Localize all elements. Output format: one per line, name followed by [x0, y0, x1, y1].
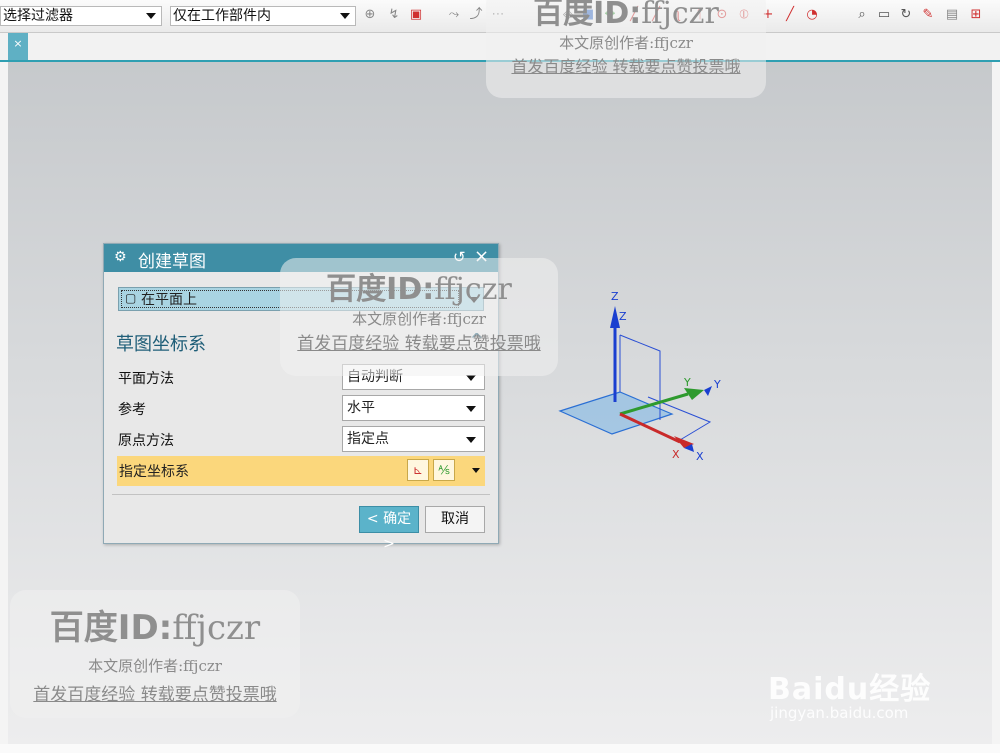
cancel-button[interactable]: 取消 — [425, 506, 485, 533]
plane-method-label: 平面方法 — [118, 371, 174, 387]
zoom-icon[interactable]: ⌕ — [854, 7, 870, 23]
specify-csys-label: 指定坐标系 — [119, 464, 189, 480]
csys-options-dropdown[interactable] — [469, 459, 483, 481]
watermark-brand-id: ffjczr — [434, 272, 512, 307]
watermark-brand: 百度ID: — [49, 608, 173, 648]
x-label: X — [672, 448, 680, 461]
watermark-top: 百度ID:ffjczr 本文原创作者:ffjczr 首发百度经验 转载要点赞投票… — [486, 0, 766, 98]
ok-button[interactable]: < 确定 > — [359, 506, 419, 552]
selection-filter-dropdown[interactable]: 选择过滤器 — [0, 6, 162, 26]
gear-icon: ⚙ — [114, 249, 127, 265]
watermark-author: 本文原创作者:ffjczr — [88, 657, 222, 675]
chevron-down-icon — [472, 468, 480, 473]
csys-dialog-icon[interactable]: ⊾ — [407, 459, 429, 481]
watermark-bottom-left: 百度ID:ffjczr 本文原创作者:ffjczr 首发百度经验 转载要点赞投票… — [10, 590, 300, 718]
y-label-2: Y — [713, 378, 721, 391]
selection-filter-value: 选择过滤器 — [3, 8, 73, 24]
sketch-plane-icon: ▢ — [125, 291, 137, 305]
dialog-title: 创建草图 — [138, 252, 206, 272]
origin-method-label: 原点方法 — [118, 433, 174, 449]
face-icon[interactable]: ⤴ — [468, 7, 484, 23]
page-bottom-edge — [0, 744, 1000, 753]
chevron-down-icon — [466, 406, 476, 412]
x-label-2: X — [696, 450, 704, 463]
grid-icon[interactable]: ⊞ — [968, 7, 984, 23]
origin-method-value: 指定点 — [347, 431, 389, 447]
sketch-type-value: 在平面上 — [141, 292, 197, 308]
watermark-publish: 首发百度经验 转载要点赞投票哦 — [511, 57, 741, 76]
z-label-2: Z — [619, 310, 627, 323]
reference-label: 参考 — [118, 402, 146, 418]
baidu-jingyan-logo: Baidu经验 jingyan.baidu.com — [768, 652, 958, 732]
reference-value: 水平 — [347, 400, 375, 416]
baidu-logo-url: jingyan.baidu.com — [770, 704, 909, 722]
divider — [112, 494, 490, 495]
csys-inferred-icon[interactable]: ⅍ — [433, 459, 455, 481]
snap-dropdown-icon[interactable]: ▣ — [408, 7, 424, 23]
chevron-down-icon — [466, 437, 476, 443]
fit-icon[interactable]: ▭ — [876, 7, 892, 23]
origin-method-dropdown[interactable]: 指定点 — [342, 426, 485, 452]
snap-icon[interactable]: ⊕ — [362, 7, 378, 23]
paint-icon[interactable]: ✎ — [920, 7, 936, 23]
watermark-brand: 百度ID: — [326, 272, 435, 307]
scope-filter-value: 仅在工作部件内 — [173, 8, 271, 24]
line-icon[interactable]: ╱ — [782, 7, 798, 23]
baidu-logo-text: Baidu经验 — [768, 672, 932, 707]
scope-filter-dropdown[interactable]: 仅在工作部件内 — [170, 6, 356, 26]
watermark-author: 本文原创作者:ffjczr — [352, 310, 486, 328]
y-label: Y — [683, 376, 691, 389]
chevron-down-icon — [340, 13, 350, 19]
chevron-down-icon — [146, 13, 156, 19]
watermark-publish: 首发百度经验 转载要点赞投票哦 — [297, 334, 541, 354]
layer-icon[interactable]: ▤ — [944, 7, 960, 23]
z-label: Z — [611, 290, 619, 303]
curve-icon[interactable]: ⤳ — [446, 7, 462, 23]
watermark-brand: 百度ID: — [533, 0, 642, 31]
specify-csys-row[interactable]: 指定坐标系 ⊾ ⅍ — [117, 456, 485, 486]
rotate-icon[interactable]: ↻ — [898, 7, 914, 23]
y-arrow-icon-2 — [704, 386, 712, 396]
watermark-middle: 百度ID:ffjczr 本文原创作者:ffjczr 首发百度经验 转载要点赞投票… — [280, 258, 558, 376]
section-title[interactable]: 草图坐标系 — [116, 330, 206, 356]
watermark-author: 本文原创作者:ffjczr — [559, 34, 693, 52]
reference-dropdown[interactable]: 水平 — [342, 395, 485, 421]
close-icon[interactable]: × — [8, 33, 28, 60]
snap-point-icon[interactable]: ↯ — [386, 7, 402, 23]
watermark-publish: 首发百度经验 转载要点赞投票哦 — [33, 685, 277, 705]
gear-point-icon[interactable]: ◔ — [804, 7, 820, 23]
watermark-brand-id: ffjczr — [641, 0, 719, 31]
watermark-brand-id: ffjczr — [172, 608, 261, 648]
